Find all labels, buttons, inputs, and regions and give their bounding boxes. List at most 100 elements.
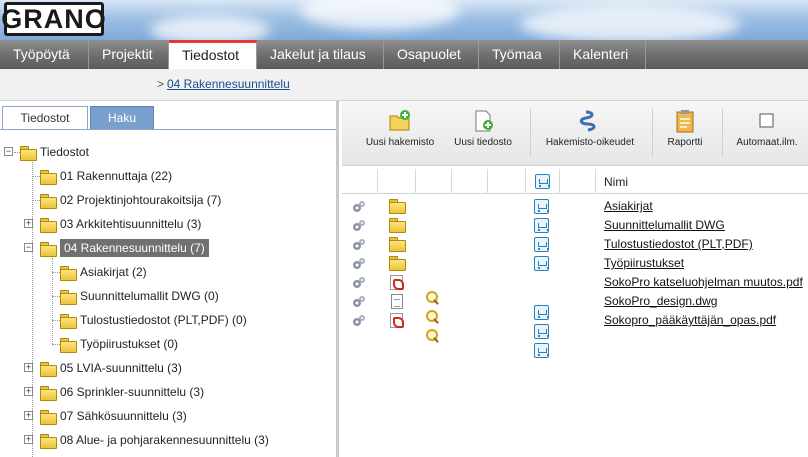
cart-icon[interactable]: [534, 199, 549, 214]
logo-text: GRANO: [1, 3, 107, 34]
breadcrumb-current-link[interactable]: 04 Rakennesuunnittelu: [167, 77, 290, 91]
table-row[interactable]: Suunnittelumallit DWG: [342, 216, 808, 235]
table-row[interactable]: Sokopro_pääkäyttäjän_opas.pdf: [342, 311, 808, 358]
tree-item-03[interactable]: 03 Arkkitehtisuunnittelu (3): [40, 214, 201, 234]
tree-label: 07 Sähkösuunnittelu (3): [60, 409, 187, 423]
tree-expand-icon[interactable]: +: [24, 363, 33, 372]
folder-icon: [40, 241, 57, 257]
nav-tab-projektit[interactable]: Projektit: [89, 40, 169, 69]
tree-label: 02 Projektinjohtourakoitsija (7): [60, 193, 222, 207]
new-file-button[interactable]: Uusi tiedosto: [452, 109, 514, 148]
nav-tab-jakelut[interactable]: Jakelut ja tilaus: [257, 40, 384, 69]
breadcrumb-separator: >: [157, 77, 165, 91]
tree-item-08[interactable]: 08 Alue- ja pohjarakennesuunnittelu (3): [40, 430, 269, 450]
nav-tab-kalenteri[interactable]: Kalenteri: [560, 40, 646, 69]
folder-icon: [40, 361, 57, 377]
file-link[interactable]: SokoPro_design.dwg: [604, 294, 717, 308]
checkbox-icon[interactable]: [755, 109, 779, 133]
tree-item-tulostustiedostot[interactable]: Tulostustiedostot (PLT,PDF) (0): [60, 310, 247, 330]
table-row[interactable]: SokoPro katseluohjelman muutos.pdf: [342, 273, 808, 320]
tree-collapse-icon[interactable]: −: [24, 243, 33, 252]
gear-icon[interactable]: [352, 276, 366, 290]
tree-item-07[interactable]: 07 Sähkösuunnittelu (3): [40, 406, 187, 426]
tree-item-01[interactable]: 01 Rakennuttaja (22): [40, 166, 172, 186]
report-label: Raportti: [667, 137, 703, 148]
tree-expand-icon[interactable]: +: [24, 219, 33, 228]
tree-item-04[interactable]: 04 Rakennesuunnittelu (7): [40, 238, 209, 258]
folder-rights-button[interactable]: Hakemisto-oikeudet: [544, 109, 636, 148]
tree-expand-icon[interactable]: +: [24, 435, 33, 444]
folder-rights-label: Hakemisto-oikeudet: [545, 137, 635, 148]
folder-icon: [40, 169, 57, 185]
cart-icon[interactable]: [534, 218, 549, 233]
tree-item-06[interactable]: 06 Sprinkler-suunnittelu (3): [40, 382, 204, 402]
folder-icon: [40, 409, 57, 425]
dwg-file-icon: [391, 294, 403, 309]
gear-icon[interactable]: [352, 314, 366, 328]
preview-magnifier-icon[interactable]: [425, 328, 440, 343]
nav-tab-osapuolet[interactable]: Osapuolet: [384, 40, 479, 69]
tree-item-tyopiirustukset[interactable]: Työpiirustukset (0): [60, 334, 178, 354]
grano-logo[interactable]: GRANO: [1, 2, 107, 36]
new-folder-label: Uusi hakemisto: [365, 137, 435, 148]
tree-label: Tiedostot: [40, 145, 89, 159]
file-link[interactable]: Suunnittelumallit DWG: [604, 218, 725, 232]
pdf-file-icon: [390, 275, 404, 290]
tree-item-asiakirjat[interactable]: Asiakirjat (2): [60, 262, 147, 282]
file-link[interactable]: Työpiirustukset: [604, 256, 684, 270]
file-link[interactable]: Tulostustiedostot (PLT,PDF): [604, 237, 753, 251]
folder-icon: [389, 218, 406, 233]
file-link[interactable]: Asiakirjat: [604, 199, 653, 213]
file-link[interactable]: Sokopro_pääkäyttäjän_opas.pdf: [604, 313, 776, 327]
gear-icon[interactable]: [352, 295, 366, 309]
auto-notify-label: Automaat.ilm.: [736, 137, 798, 148]
toolbar-separator: [722, 109, 723, 157]
gear-icon[interactable]: [352, 238, 366, 252]
folder-icon: [389, 199, 406, 214]
tree-collapse-icon[interactable]: −: [4, 147, 13, 156]
column-header: [560, 169, 596, 194]
column-header-name[interactable]: Nimi: [604, 175, 628, 189]
report-button[interactable]: Raportti: [662, 109, 708, 148]
tree-expand-icon[interactable]: +: [24, 411, 33, 420]
gear-icon[interactable]: [352, 257, 366, 271]
toolbar-separator: [530, 109, 531, 157]
nav-tab-tyopoyta[interactable]: Työpöytä: [0, 40, 89, 69]
tab-haku[interactable]: Haku: [90, 106, 154, 130]
folder-icon: [60, 265, 77, 281]
nav-tab-tyomaa[interactable]: Työmaa: [479, 40, 560, 69]
table-row[interactable]: Työpiirustukset: [342, 254, 808, 273]
column-header: [452, 169, 488, 194]
main-nav: Työpöytä Projektit Tiedostot Jakelut ja …: [0, 40, 808, 69]
tree-line: [52, 272, 60, 273]
gear-icon[interactable]: [352, 219, 366, 233]
table-row[interactable]: SokoPro_design.dwg: [342, 292, 808, 339]
tree-expand-icon[interactable]: +: [24, 387, 33, 396]
file-link[interactable]: SokoPro katseluohjelman muutos.pdf: [604, 275, 803, 289]
column-header: [342, 169, 378, 194]
table-row[interactable]: Asiakirjat: [342, 197, 808, 216]
cart-icon[interactable]: [534, 256, 549, 271]
tree-item-05[interactable]: 05 LVIA-suunnittelu (3): [40, 358, 182, 378]
folder-tree-panel: Tiedostot Haku − Tiedostot 01 Rakennutta…: [0, 101, 339, 457]
tab-tiedostot[interactable]: Tiedostot: [2, 106, 88, 130]
new-file-icon: [471, 109, 495, 133]
new-folder-button[interactable]: Uusi hakemisto: [364, 109, 436, 148]
column-header: [416, 169, 452, 194]
tree-item-02[interactable]: 02 Projektinjohtourakoitsija (7): [40, 190, 221, 210]
column-header-order[interactable]: [526, 169, 560, 194]
tree-line: [32, 200, 40, 201]
auto-notify-toggle[interactable]: Automaat.ilm.: [734, 109, 800, 148]
tree-label: 05 LVIA-suunnittelu (3): [60, 361, 182, 375]
cart-icon[interactable]: [535, 174, 550, 189]
cloud-decoration: [300, 0, 460, 30]
tree-item-suunnittelumallit[interactable]: Suunnittelumallit DWG (0): [60, 286, 219, 306]
table-row[interactable]: Tulostustiedostot (PLT,PDF): [342, 235, 808, 254]
folder-icon: [40, 217, 57, 233]
cart-icon[interactable]: [534, 237, 549, 252]
cart-icon[interactable]: [534, 343, 549, 358]
nav-tab-tiedostot[interactable]: Tiedostot: [169, 40, 257, 69]
tree-root[interactable]: Tiedostot: [20, 142, 89, 162]
gear-icon[interactable]: [352, 200, 366, 214]
folder-icon: [389, 237, 406, 252]
